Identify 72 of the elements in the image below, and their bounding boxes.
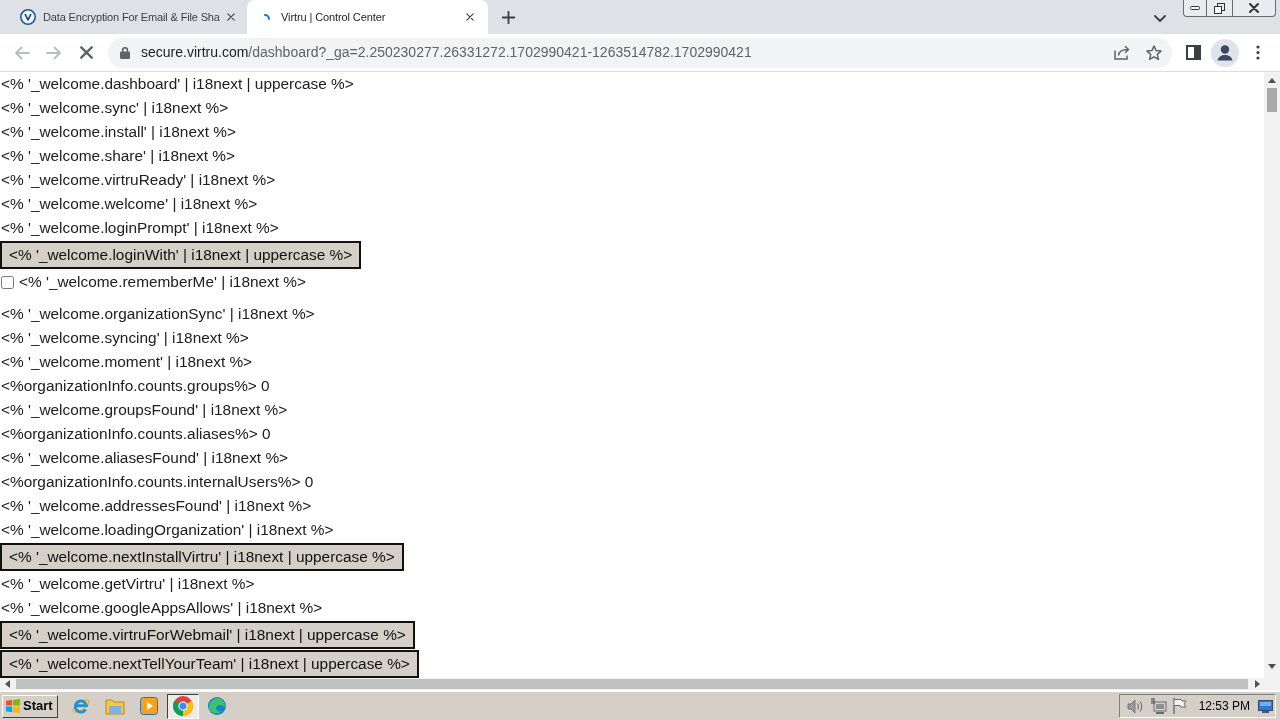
- folder-icon: [105, 697, 125, 715]
- monitor-icon: [1258, 699, 1273, 713]
- star-icon: [1146, 44, 1162, 61]
- play-icon: [140, 697, 158, 715]
- arrow-right-icon: [46, 44, 62, 61]
- close-icon: [227, 13, 235, 21]
- site-logo-icon: [20, 9, 36, 25]
- template-text: <% '_welcome.sync' | i18next %>: [0, 98, 229, 118]
- url-text: secure.virtru.com/dashboard?_ga=2.250230277.26331272.1702990421-1263514782.1702990421: [141, 43, 752, 62]
- template-button[interactable]: <% '_welcome.nextInstallVirtru' | i18next | uppercase %>: [0, 543, 404, 571]
- scrollbar-thumb[interactable]: [1267, 88, 1277, 112]
- round-browser-logo-icon: [173, 696, 193, 716]
- template-text: <% '_welcome.syncing' | i18next %>: [0, 328, 249, 348]
- template-text: <% '_welcome.share' | i18next %>: [0, 146, 236, 166]
- template-text: <%organizationInfo.counts.aliases%> 0: [0, 424, 271, 444]
- browser-tab[interactable]: Data Encryption For Email & File Sha: [8, 0, 247, 34]
- taskbar-app-button[interactable]: [167, 693, 199, 719]
- plus-icon: [501, 10, 515, 24]
- template-text: <%organizationInfo.counts.internalUsers%> 0: [0, 472, 314, 492]
- caret-down-icon: [1268, 663, 1276, 669]
- close-window-button[interactable]: [1233, 0, 1276, 17]
- minimize-button[interactable]: [1183, 0, 1207, 17]
- window-logo-icon: [5, 699, 21, 713]
- template-text: <% '_welcome.getVirtru' | i18next %>: [0, 574, 255, 594]
- template-text: <% '_welcome.loginPrompt' | i18next %>: [0, 218, 279, 238]
- scrollbar-thumb[interactable]: [16, 679, 1248, 689]
- close-icon: [1249, 3, 1259, 13]
- checkbox[interactable]: [1, 275, 14, 289]
- template-text: <% '_welcome.loadingOrganization' | i18next %>: [0, 520, 334, 540]
- clock: 12:53 PM: [1198, 698, 1250, 715]
- network-computer-icon: [1150, 698, 1167, 714]
- close-icon: [466, 13, 474, 21]
- profile-button[interactable]: [1211, 38, 1239, 67]
- restore-icon: [1214, 2, 1225, 14]
- more-vertical-icon: [1256, 45, 1260, 60]
- template-text: <%organizationInfo.counts.groups%> 0: [0, 376, 270, 396]
- template-button[interactable]: <% '_welcome.virtruForWebmail' | i18next | uppercase %>: [0, 621, 415, 649]
- template-text: <% '_welcome.googleAppsAllows' | i18next %>: [0, 598, 323, 618]
- browser-tab[interactable]: Virtru | Control Center: [247, 0, 488, 34]
- template-text: <% '_welcome.aliasesFound' | i18next %>: [0, 448, 289, 468]
- restore-button[interactable]: [1207, 0, 1233, 17]
- caret-right-icon: [1254, 680, 1260, 688]
- share-icon: [1114, 45, 1130, 60]
- caret-left-icon: [4, 680, 10, 688]
- template-text: <% '_welcome.welcome' | i18next %>: [0, 194, 258, 214]
- template-text: <% '_welcome.groupsFound' | i18next %>: [0, 400, 288, 420]
- flag-icon: [1172, 698, 1187, 714]
- minimize-icon: [1190, 6, 1200, 10]
- lock-icon: [120, 46, 130, 59]
- wave-logo-icon: [208, 697, 226, 715]
- template-text: <% '_welcome.dashboard' | i18next | uppercase %>: [0, 74, 354, 94]
- speaker-icon: [1126, 698, 1144, 714]
- template-text: <% '_welcome.organizationSync' | i18next %>: [0, 304, 315, 324]
- template-button[interactable]: <% '_welcome.loginWith' | i18next | uppercase %>: [0, 241, 362, 269]
- template-text: <% '_welcome.install' | i18next %>: [0, 122, 236, 142]
- e-logo-icon: [71, 696, 91, 716]
- checkbox-label: <% '_welcome.rememberMe' | i18next %>: [19, 272, 307, 292]
- horizontal-scrollbar[interactable]: [0, 678, 1280, 690]
- template-text: <% '_welcome.addressesFound' | i18next %>: [0, 496, 312, 516]
- chevron-down-icon: [1154, 15, 1166, 23]
- x-icon: [79, 46, 93, 59]
- arrow-left-icon: [14, 44, 30, 61]
- loading-spinner-icon: [264, 14, 270, 20]
- template-button[interactable]: <% '_welcome.nextTellYourTeam' | i18next | uppercase %>: [0, 650, 419, 678]
- side-panel-icon: [1185, 45, 1201, 60]
- template-text: <% '_welcome.virtruReady' | i18next %>: [0, 170, 276, 190]
- template-text: <% '_welcome.moment' | i18next %>: [0, 352, 253, 372]
- address-bar[interactable]: secure.virtru.com/dashboard?_ga=2.250230277.26331272.1702990421-1263514782.1702990421: [108, 37, 1172, 68]
- start-button[interactable]: Start: [2, 694, 58, 718]
- avatar-icon: [1211, 38, 1239, 67]
- caret-up-icon: [1268, 77, 1276, 83]
- vertical-scrollbar[interactable]: [1264, 72, 1280, 678]
